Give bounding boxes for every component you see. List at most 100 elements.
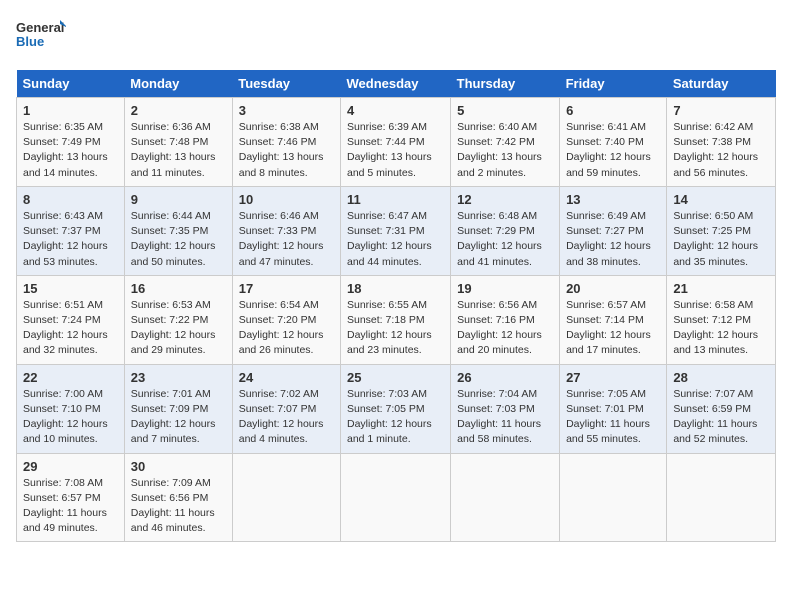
logo-svg: General Blue xyxy=(16,16,66,58)
day-cell: 14Sunrise: 6:50 AMSunset: 7:25 PMDayligh… xyxy=(667,186,776,275)
day-cell: 12 Sunrise: 6:48 AMSunset: 7:29 PMDayligh… xyxy=(451,186,560,275)
day-cell: 13 Sunrise: 6:49 AMSunset: 7:27 PMDayligh… xyxy=(560,186,667,275)
day-number: 23 xyxy=(131,370,226,385)
day-number: 28 xyxy=(673,370,769,385)
day-header-friday: Friday xyxy=(560,70,667,98)
day-cell: 18Sunrise: 6:55 AMSunset: 7:18 PMDayligh… xyxy=(340,275,450,364)
day-number: 12 xyxy=(457,192,553,207)
day-info: Sunrise: 6:48 AMSunset: 7:29 PMDaylight:… xyxy=(457,210,542,268)
day-number: 15 xyxy=(23,281,118,296)
day-cell: 20 Sunrise: 6:57 AMSunset: 7:14 PMDayligh… xyxy=(560,275,667,364)
day-cell: 4 Sunrise: 6:39 AMSunset: 7:44 PMDaylight… xyxy=(340,98,450,187)
day-header-tuesday: Tuesday xyxy=(232,70,340,98)
day-cell: 2Sunrise: 6:36 AMSunset: 7:48 PMDaylight… xyxy=(124,98,232,187)
day-cell: 16 Sunrise: 6:53 AMSunset: 7:22 PMDayligh… xyxy=(124,275,232,364)
day-info: Sunrise: 6:44 AMSunset: 7:35 PMDaylight:… xyxy=(131,210,216,268)
day-number: 20 xyxy=(566,281,660,296)
day-cell: 28 Sunrise: 7:07 AMSunset: 6:59 PMDayligh… xyxy=(667,364,776,453)
day-number: 2 xyxy=(131,103,226,118)
day-cell: 30 Sunrise: 7:09 AMSunset: 6:56 PMDayligh… xyxy=(124,453,232,542)
day-number: 14 xyxy=(673,192,769,207)
calendar-table: SundayMondayTuesdayWednesdayThursdayFrid… xyxy=(16,70,776,542)
day-info: Sunrise: 6:40 AMSunset: 7:42 PMDaylight:… xyxy=(457,121,542,179)
day-info: Sunrise: 6:58 AMSunset: 7:12 PMDaylight:… xyxy=(673,299,758,357)
day-cell: 3 Sunrise: 6:38 AMSunset: 7:46 PMDaylight… xyxy=(232,98,340,187)
day-number: 29 xyxy=(23,459,118,474)
day-cell: 19 Sunrise: 6:56 AMSunset: 7:16 PMDayligh… xyxy=(451,275,560,364)
day-cell: 17 Sunrise: 6:54 AMSunset: 7:20 PMDayligh… xyxy=(232,275,340,364)
day-number: 26 xyxy=(457,370,553,385)
day-number: 8 xyxy=(23,192,118,207)
day-info: Sunrise: 7:01 AMSunset: 7:09 PMDaylight:… xyxy=(131,388,216,446)
logo: General Blue xyxy=(16,16,66,58)
day-cell xyxy=(451,453,560,542)
day-info: Sunrise: 6:46 AMSunset: 7:33 PMDaylight:… xyxy=(239,210,324,268)
day-info: Sunrise: 6:38 AMSunset: 7:46 PMDaylight:… xyxy=(239,121,324,179)
day-info: Sunrise: 7:04 AMSunset: 7:03 PMDaylight:… xyxy=(457,388,541,446)
day-number: 1 xyxy=(23,103,118,118)
day-cell: 21 Sunrise: 6:58 AMSunset: 7:12 PMDayligh… xyxy=(667,275,776,364)
day-header-monday: Monday xyxy=(124,70,232,98)
day-info: Sunrise: 6:53 AMSunset: 7:22 PMDaylight:… xyxy=(131,299,216,357)
day-info: Sunrise: 7:07 AMSunset: 6:59 PMDaylight:… xyxy=(673,388,757,446)
day-cell: 10 Sunrise: 6:46 AMSunset: 7:33 PMDayligh… xyxy=(232,186,340,275)
day-number: 16 xyxy=(131,281,226,296)
day-header-saturday: Saturday xyxy=(667,70,776,98)
day-number: 24 xyxy=(239,370,334,385)
day-number: 21 xyxy=(673,281,769,296)
week-row-1: 1 Sunrise: 6:35 AMSunset: 7:49 PMDaylight… xyxy=(17,98,776,187)
day-number: 10 xyxy=(239,192,334,207)
week-row-5: 29 Sunrise: 7:08 AMSunset: 6:57 PMDayligh… xyxy=(17,453,776,542)
day-cell: 7 Sunrise: 6:42 AMSunset: 7:38 PMDaylight… xyxy=(667,98,776,187)
day-cell: 11Sunrise: 6:47 AMSunset: 7:31 PMDayligh… xyxy=(340,186,450,275)
day-number: 4 xyxy=(347,103,444,118)
day-cell: 24 Sunrise: 7:02 AMSunset: 7:07 PMDayligh… xyxy=(232,364,340,453)
day-header-thursday: Thursday xyxy=(451,70,560,98)
day-cell: 8 Sunrise: 6:43 AMSunset: 7:37 PMDaylight… xyxy=(17,186,125,275)
day-cell: 9 Sunrise: 6:44 AMSunset: 7:35 PMDaylight… xyxy=(124,186,232,275)
day-info: Sunrise: 6:49 AMSunset: 7:27 PMDaylight:… xyxy=(566,210,651,268)
day-number: 27 xyxy=(566,370,660,385)
day-cell: 6Sunrise: 6:41 AMSunset: 7:40 PMDaylight… xyxy=(560,98,667,187)
day-number: 17 xyxy=(239,281,334,296)
day-cell: 15 Sunrise: 6:51 AMSunset: 7:24 PMDayligh… xyxy=(17,275,125,364)
day-info: Sunrise: 7:05 AMSunset: 7:01 PMDaylight:… xyxy=(566,388,650,446)
day-cell: 23 Sunrise: 7:01 AMSunset: 7:09 PMDayligh… xyxy=(124,364,232,453)
day-number: 30 xyxy=(131,459,226,474)
day-info: Sunrise: 6:35 AMSunset: 7:49 PMDaylight:… xyxy=(23,121,108,179)
day-info: Sunrise: 6:39 AMSunset: 7:44 PMDaylight:… xyxy=(347,121,432,179)
day-header-sunday: Sunday xyxy=(17,70,125,98)
day-cell: 5 Sunrise: 6:40 AMSunset: 7:42 PMDaylight… xyxy=(451,98,560,187)
day-cell: 25Sunrise: 7:03 AMSunset: 7:05 PMDayligh… xyxy=(340,364,450,453)
svg-text:Blue: Blue xyxy=(16,34,44,49)
day-info: Sunrise: 6:43 AMSunset: 7:37 PMDaylight:… xyxy=(23,210,108,268)
day-cell xyxy=(560,453,667,542)
day-number: 3 xyxy=(239,103,334,118)
day-info: Sunrise: 6:54 AMSunset: 7:20 PMDaylight:… xyxy=(239,299,324,357)
day-cell xyxy=(667,453,776,542)
day-cell: 1 Sunrise: 6:35 AMSunset: 7:49 PMDaylight… xyxy=(17,98,125,187)
week-row-2: 8 Sunrise: 6:43 AMSunset: 7:37 PMDaylight… xyxy=(17,186,776,275)
day-info: Sunrise: 6:57 AMSunset: 7:14 PMDaylight:… xyxy=(566,299,651,357)
day-info: Sunrise: 6:42 AMSunset: 7:38 PMDaylight:… xyxy=(673,121,758,179)
day-number: 18 xyxy=(347,281,444,296)
day-info: Sunrise: 6:56 AMSunset: 7:16 PMDaylight:… xyxy=(457,299,542,357)
day-info: Sunrise: 7:00 AMSunset: 7:10 PMDaylight:… xyxy=(23,388,108,446)
day-info: Sunrise: 6:51 AMSunset: 7:24 PMDaylight:… xyxy=(23,299,108,357)
day-info: Sunrise: 7:09 AMSunset: 6:56 PMDaylight:… xyxy=(131,477,215,535)
day-cell: 26 Sunrise: 7:04 AMSunset: 7:03 PMDayligh… xyxy=(451,364,560,453)
day-number: 6 xyxy=(566,103,660,118)
week-row-3: 15 Sunrise: 6:51 AMSunset: 7:24 PMDayligh… xyxy=(17,275,776,364)
week-row-4: 22Sunrise: 7:00 AMSunset: 7:10 PMDayligh… xyxy=(17,364,776,453)
day-number: 13 xyxy=(566,192,660,207)
day-number: 9 xyxy=(131,192,226,207)
day-header-wednesday: Wednesday xyxy=(340,70,450,98)
day-number: 19 xyxy=(457,281,553,296)
day-info: Sunrise: 7:08 AMSunset: 6:57 PMDaylight:… xyxy=(23,477,107,535)
day-info: Sunrise: 7:02 AMSunset: 7:07 PMDaylight:… xyxy=(239,388,324,446)
day-number: 7 xyxy=(673,103,769,118)
day-number: 5 xyxy=(457,103,553,118)
day-cell: 22Sunrise: 7:00 AMSunset: 7:10 PMDayligh… xyxy=(17,364,125,453)
day-number: 11 xyxy=(347,192,444,207)
svg-text:General: General xyxy=(16,20,64,35)
